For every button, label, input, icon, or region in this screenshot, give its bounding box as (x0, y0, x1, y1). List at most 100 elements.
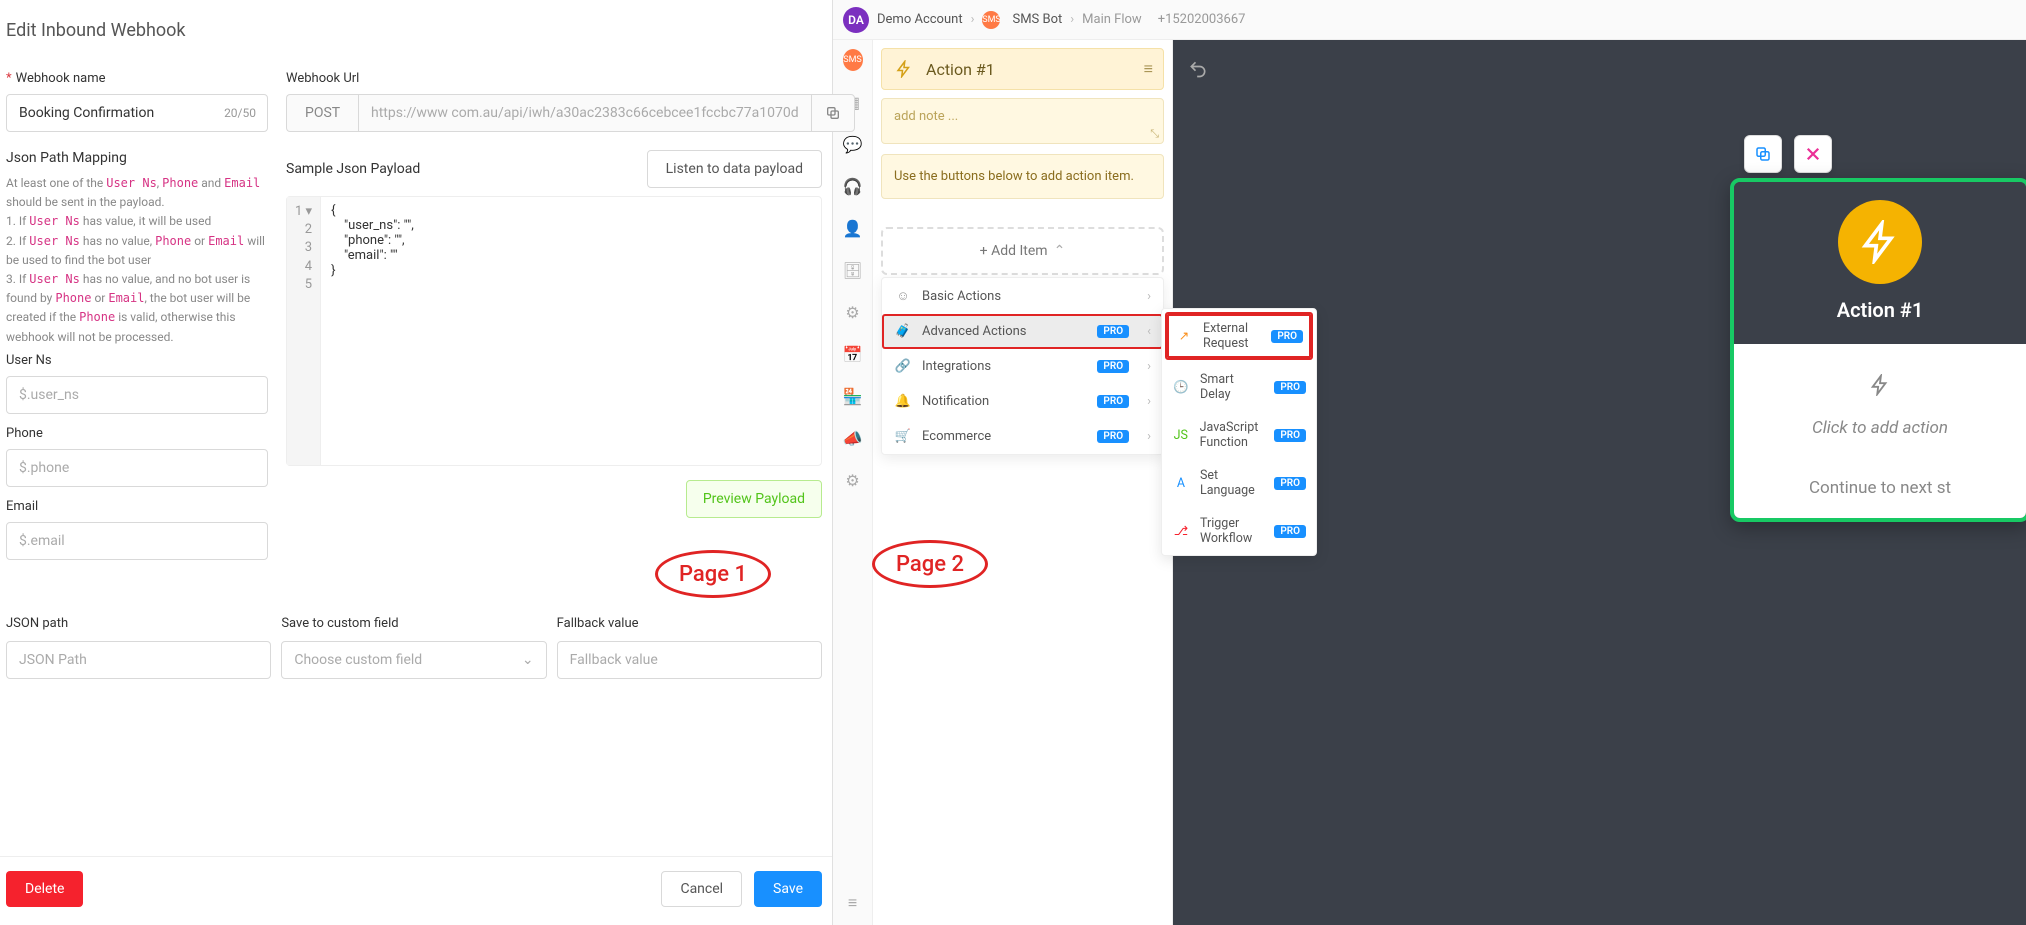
chevron-down-icon: ⌄ (522, 652, 534, 668)
webhook-url-value: https://www com.au/api/iwh/a30ac2383c66c… (358, 94, 811, 132)
copy-url-button[interactable] (811, 94, 855, 132)
chevron-up-icon: ⌃ (1054, 243, 1066, 259)
gear-icon[interactable]: ⚙ (843, 302, 863, 322)
copy-icon (1754, 145, 1772, 163)
chat-icon[interactable]: 💬 (843, 134, 863, 154)
node-continue[interactable]: Continue to next st (1750, 478, 2010, 498)
save-field-col-label: Save to custom field (281, 616, 546, 631)
webhook-url-label: Webhook Url (286, 71, 855, 86)
cart-icon: 🛒 (894, 429, 912, 444)
save-button[interactable]: Save (754, 871, 822, 907)
crumb-sep-icon: › (1070, 12, 1074, 27)
node-hint[interactable]: Click to add action (1750, 418, 2010, 438)
undo-button[interactable] (1183, 54, 1213, 84)
submenu-trigger-workflow[interactable]: ⎇ Trigger Workflow PRO (1162, 507, 1316, 555)
user-icon: ☺ (894, 288, 912, 304)
copy-icon (825, 105, 841, 121)
account-avatar[interactable]: DA (843, 7, 869, 33)
settings-icon[interactable]: ⚙ (843, 470, 863, 490)
submenu-external-request[interactable]: ↗ External Request PRO (1165, 312, 1313, 360)
chevron-right-icon: › (1147, 289, 1151, 304)
bell-icon: 🔔 (894, 394, 912, 409)
listen-payload-button[interactable]: Listen to data payload (647, 150, 822, 188)
duplicate-node-button[interactable] (1744, 135, 1782, 173)
chevron-right-icon: › (1147, 394, 1151, 409)
link-icon: 🔗 (894, 359, 912, 374)
calendar-icon[interactable]: 📅 (843, 344, 863, 364)
clock-icon: 🕒 (1172, 380, 1190, 395)
json-path-input[interactable] (6, 641, 271, 679)
user-ns-input[interactable] (6, 376, 268, 414)
submenu-smart-delay[interactable]: 🕒 Smart Delay PRO (1162, 363, 1316, 411)
phone-label: Phone (6, 426, 268, 441)
megaphone-icon[interactable]: 📣 (843, 428, 863, 448)
js-icon: JS (1172, 428, 1190, 443)
json-path-mapping-label: Json Path Mapping (6, 150, 268, 166)
node-badge (1838, 200, 1922, 284)
help-text: At least one of the User Ns, Phone and E… (6, 174, 268, 347)
briefcase-icon: 🧳 (894, 324, 912, 339)
code-body[interactable]: { "user_ns": "", "phone": "", "email": "… (321, 197, 821, 465)
email-label: Email (6, 499, 268, 514)
submenu-js-function[interactable]: JS JavaScript Function PRO (1162, 411, 1316, 459)
side-rail: SMS ▦ 💬 🎧 👤 🗄 ⚙ 📅 🏪 📣 ⚙ ≡ (833, 40, 873, 925)
email-input[interactable] (6, 522, 268, 560)
workflow-icon: ⎇ (1172, 523, 1190, 539)
breadcrumb: DA Demo Account › SMS SMS Bot › Main Flo… (833, 0, 2026, 40)
bolt-icon (892, 57, 916, 81)
close-icon (1804, 145, 1822, 163)
external-icon: ↗ (1175, 328, 1193, 344)
custom-field-select[interactable]: Choose custom field ⌄ (281, 641, 546, 679)
sample-payload-label: Sample Json Payload (286, 161, 420, 177)
webhook-method: POST (286, 94, 358, 132)
collapse-rail-icon[interactable]: ≡ (843, 893, 863, 913)
preview-payload-button[interactable]: Preview Payload (686, 480, 822, 518)
panel-title: Edit Inbound Webhook (6, 20, 822, 41)
user-ns-label: User Ns (6, 353, 268, 368)
flow-editor: DA Demo Account › SMS SMS Bot › Main Flo… (833, 0, 2026, 925)
account-name[interactable]: Demo Account (877, 12, 963, 27)
chevron-right-icon: › (1147, 429, 1151, 444)
webhook-edit-panel: Edit Inbound Webhook *Webhook name 20/50… (0, 0, 833, 925)
bolt-icon (1750, 374, 2010, 402)
flow-phone: +15202003667 (1158, 12, 1246, 27)
menu-item-integrations[interactable]: 🔗 Integrations PRO › (882, 349, 1163, 384)
menu-item-basic[interactable]: ☺ Basic Actions › (882, 278, 1163, 314)
code-gutter: 1 ▾ 2 3 4 5 (287, 197, 321, 465)
menu-item-ecommerce[interactable]: 🛒 Ecommerce PRO › (882, 419, 1163, 454)
menu-icon[interactable]: ≡ (1144, 59, 1153, 79)
fallback-input[interactable] (557, 641, 822, 679)
action-header: Action #1 ≡ (881, 48, 1164, 90)
database-icon[interactable]: 🗄 (843, 260, 863, 280)
users-icon[interactable]: 👤 (843, 218, 863, 238)
flow-name[interactable]: Main Flow (1082, 12, 1142, 27)
action-title: Action #1 (926, 60, 1144, 79)
bolt-icon (1858, 220, 1902, 264)
note-input[interactable]: add note ... ⤡ (881, 98, 1164, 144)
json-path-col-label: JSON path (6, 616, 271, 631)
bot-name[interactable]: SMS Bot (1012, 12, 1062, 27)
webhook-name-label: *Webhook name (6, 71, 268, 86)
delete-button[interactable]: Delete (6, 871, 83, 907)
phone-input[interactable] (6, 449, 268, 487)
json-code-editor[interactable]: 1 ▾ 2 3 4 5 { "user_ns": "", "phone": ""… (286, 196, 822, 466)
headset-icon[interactable]: 🎧 (843, 176, 863, 196)
fallback-col-label: Fallback value (557, 616, 822, 631)
submenu-set-language[interactable]: A Set Language PRO (1162, 459, 1316, 507)
hint-box: Use the buttons below to add action item… (881, 154, 1164, 199)
cancel-button[interactable]: Cancel (661, 871, 742, 907)
menu-item-advanced[interactable]: 🧳 Advanced Actions PRO ‹ (882, 314, 1163, 349)
delete-node-button[interactable] (1794, 135, 1832, 173)
action-category-menu: ☺ Basic Actions › 🧳 Advanced Actions PRO… (881, 277, 1164, 455)
action-node[interactable]: Action #1 Click to add action Continue t… (1730, 178, 2026, 522)
node-title: Action #1 (1744, 298, 2016, 322)
action-editor-panel: Action #1 ≡ add note ... ⤡ Use the butto… (873, 40, 1173, 925)
resize-handle-icon[interactable]: ⤡ (1150, 127, 1159, 141)
add-item-button[interactable]: + Add Item⌃ (881, 227, 1164, 275)
chevron-left-icon: ‹ (1147, 324, 1151, 339)
menu-item-notification[interactable]: 🔔 Notification PRO › (882, 384, 1163, 419)
store-icon[interactable]: 🏪 (843, 386, 863, 406)
sms-badge-icon: SMS (982, 11, 1000, 29)
webhook-name-counter: 20/50 (224, 106, 256, 120)
sms-channel-icon[interactable]: SMS (843, 50, 863, 70)
